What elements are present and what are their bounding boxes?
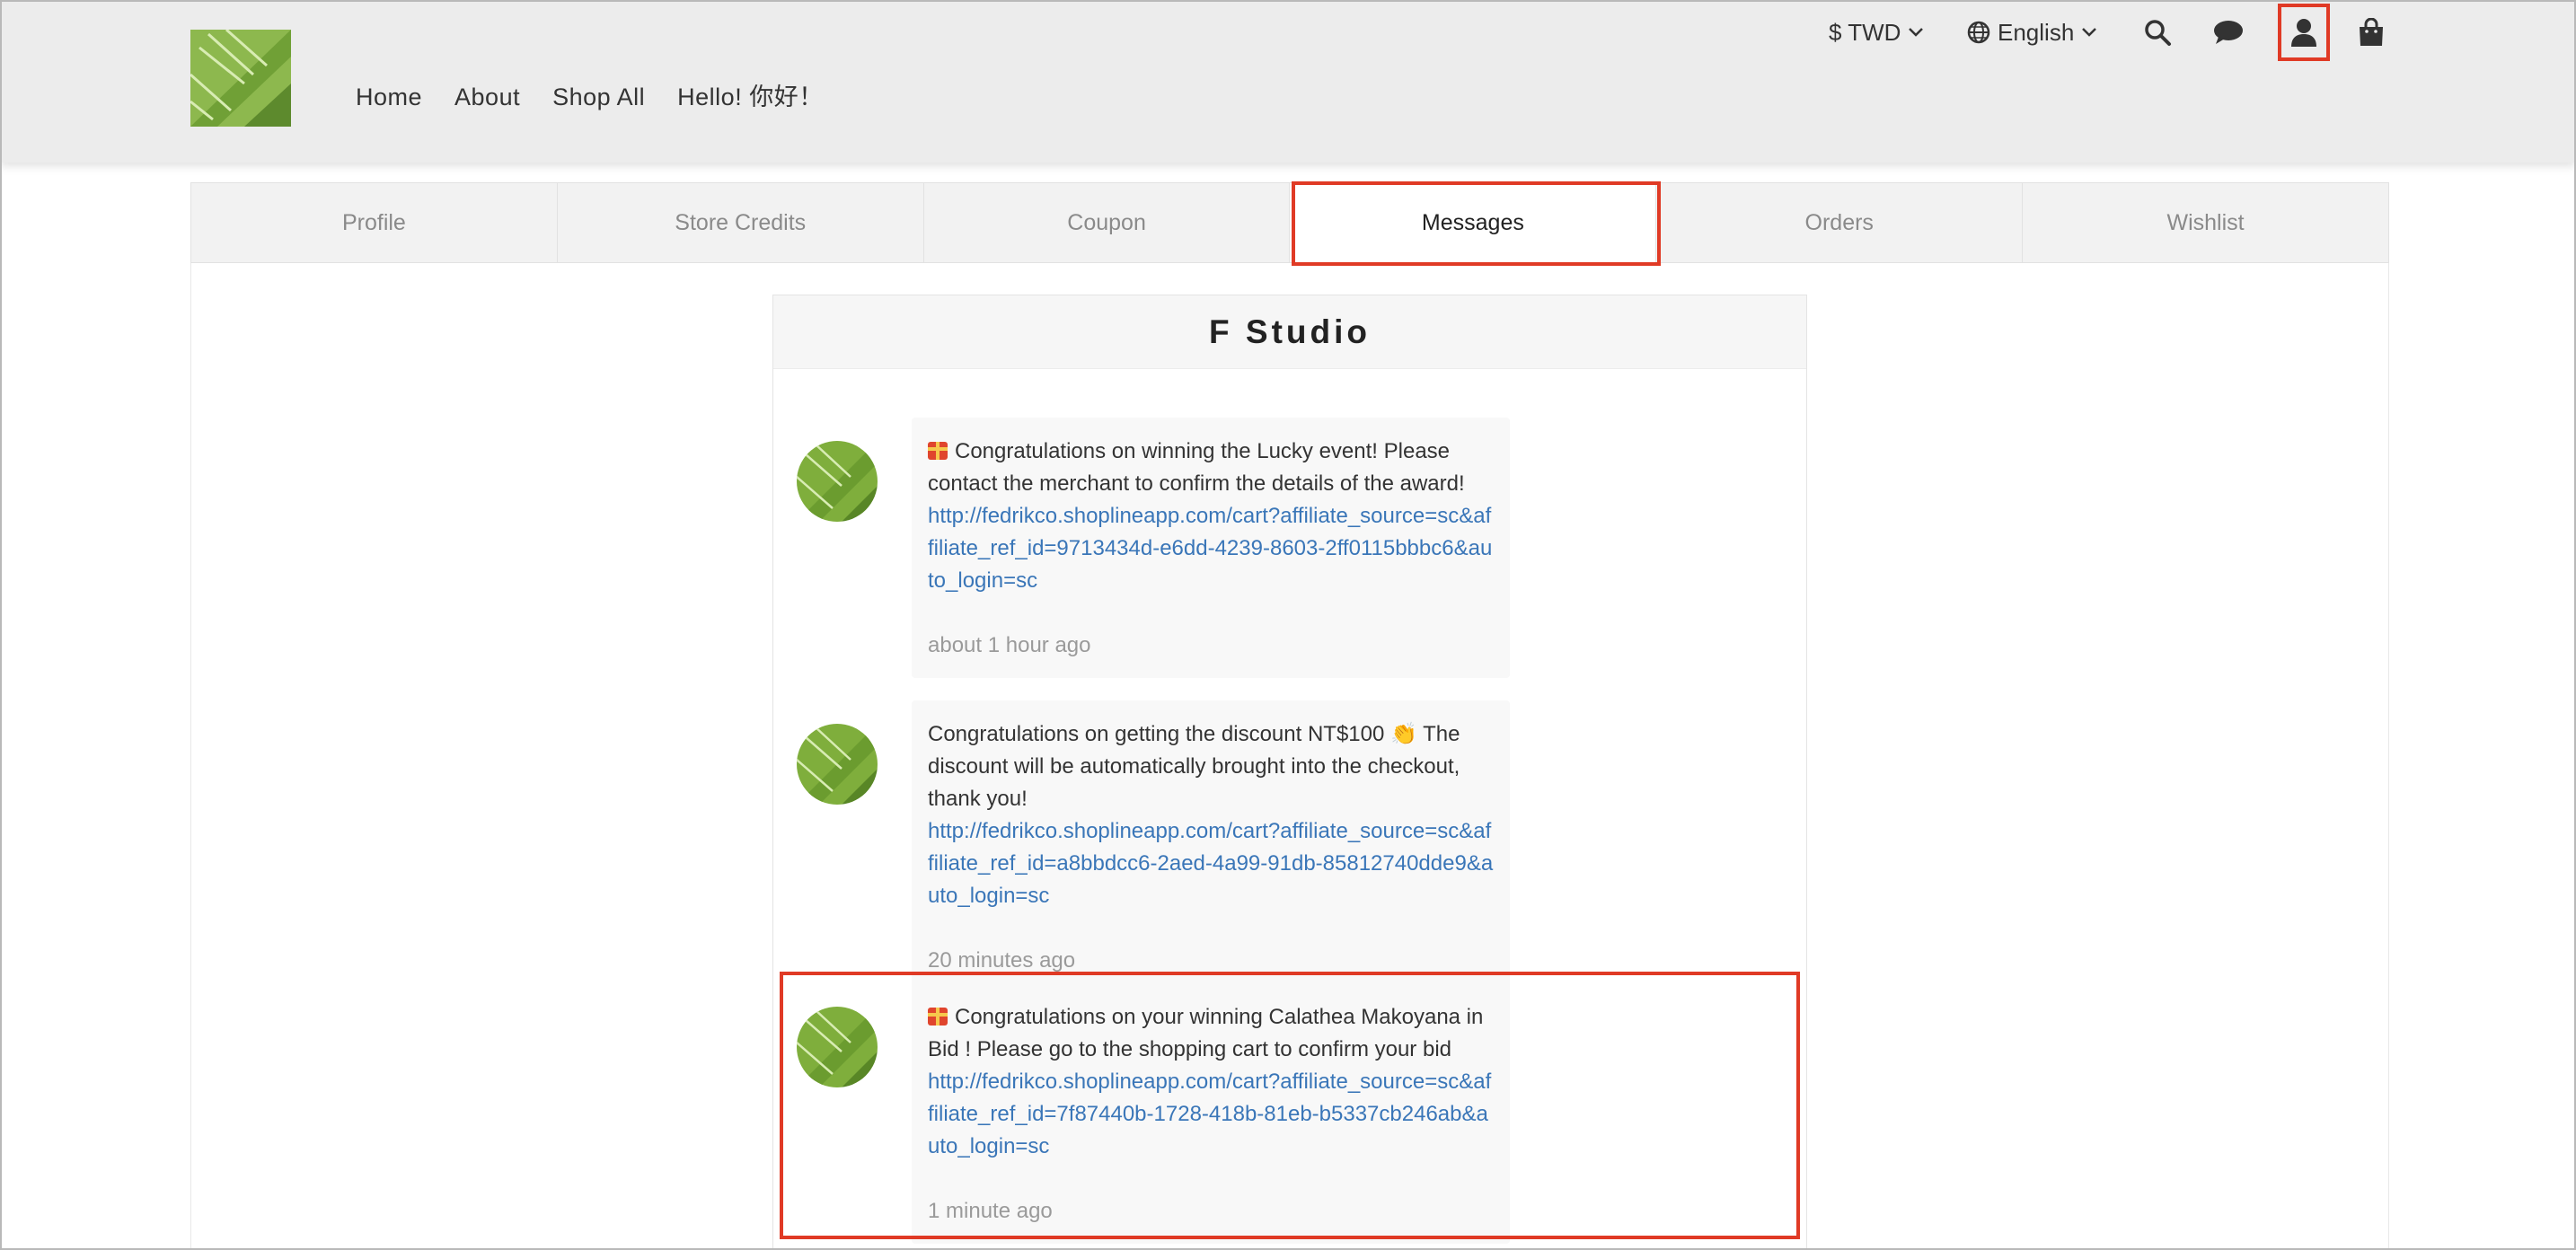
highlight-latest-message xyxy=(780,972,1800,1239)
message-text: Congratulations on winning the Lucky eve… xyxy=(928,439,1465,496)
chevron-down-icon xyxy=(2082,28,2097,37)
tab-store-credits[interactable]: Store Credits xyxy=(558,183,924,262)
nav-about[interactable]: About xyxy=(454,77,520,117)
tab-orders[interactable]: Orders xyxy=(1656,183,2024,262)
message-time: about 1 hour ago xyxy=(928,633,1091,657)
account-button[interactable] xyxy=(2278,4,2330,61)
nav-home[interactable]: Home xyxy=(356,77,422,117)
store-avatar xyxy=(797,724,878,805)
user-icon xyxy=(2291,19,2316,47)
nav-shop-all[interactable]: Shop All xyxy=(552,77,645,117)
currency-label: $ TWD xyxy=(1829,18,1901,46)
shopping-bag-icon xyxy=(2360,18,2383,46)
message-bubble: Congratulations on winning the Lucky eve… xyxy=(912,418,1510,678)
cart-button[interactable] xyxy=(2357,7,2386,57)
header-tools: $ TWD English xyxy=(0,4,2576,61)
tab-wishlist[interactable]: Wishlist xyxy=(2023,183,2388,262)
store-avatar xyxy=(797,441,878,522)
language-label: English xyxy=(1998,18,2075,46)
message-link[interactable]: http://fedrikco.shoplineapp.com/cart?aff… xyxy=(928,500,1494,597)
search-button[interactable] xyxy=(2143,7,2172,57)
search-icon xyxy=(2145,20,2171,46)
main-nav: Home About Shop All Hello! 你好！ xyxy=(356,77,856,117)
chevron-down-icon xyxy=(1909,28,1924,37)
currency-selector[interactable]: $ TWD xyxy=(1829,7,1924,57)
nav-hello[interactable]: Hello! 你好！ xyxy=(677,77,824,117)
store-name-heading: F Studio xyxy=(773,295,1806,369)
site-header: Home About Shop All Hello! 你好！ $ TWD Eng… xyxy=(0,0,2576,163)
language-selector[interactable]: English xyxy=(1967,7,2097,57)
globe-icon xyxy=(1967,21,1990,44)
gift-icon xyxy=(928,442,948,460)
tab-profile[interactable]: Profile xyxy=(191,183,558,262)
chat-button[interactable] xyxy=(2213,7,2244,57)
message-text: Congratulations on getting the discount … xyxy=(928,722,1460,811)
tab-messages[interactable]: Messages xyxy=(1290,181,1662,266)
chat-bubble-icon xyxy=(2214,21,2243,44)
account-tabs: Profile Store Credits Coupon Messages Or… xyxy=(190,181,2389,266)
tab-coupon[interactable]: Coupon xyxy=(924,183,1291,262)
message-link[interactable]: http://fedrikco.shoplineapp.com/cart?aff… xyxy=(928,815,1494,912)
message-bubble: Congratulations on getting the discount … xyxy=(912,700,1510,993)
